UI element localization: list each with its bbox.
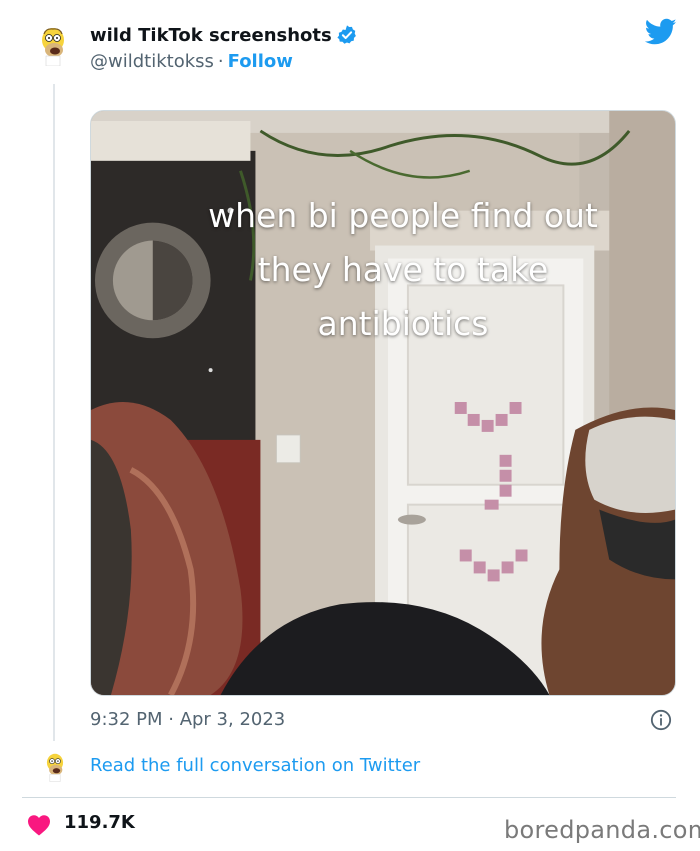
media-caption: when bi people find out they have to tak…	[91, 189, 675, 351]
media-caption-line-3: antibiotics	[317, 304, 489, 343]
author-name[interactable]: wild TikTok screenshots	[90, 25, 332, 46]
info-icon[interactable]	[650, 709, 672, 731]
verified-badge-icon	[337, 25, 356, 44]
homer-simpson-avatar-icon	[42, 28, 64, 67]
follow-button[interactable]: Follow	[228, 51, 293, 72]
read-conversation-link[interactable]: Read the full conversation on Twitter	[90, 755, 420, 776]
homer-simpson-avatar-icon	[46, 753, 64, 782]
author-handle[interactable]: @wildtiktokss	[90, 51, 214, 72]
author-name-row[interactable]: wild TikTok screenshots	[90, 24, 358, 46]
boredpanda-watermark: boredpanda.com	[504, 816, 700, 844]
heart-icon[interactable]	[27, 814, 51, 836]
media-caption-line-1: when bi people find out	[208, 196, 598, 235]
footer-divider	[22, 797, 676, 798]
separator-dot: ·	[217, 51, 224, 72]
twitter-bird-icon[interactable]	[645, 18, 677, 46]
media-caption-line-2: they have to take	[257, 250, 549, 289]
author-avatar[interactable]	[38, 26, 68, 67]
thread-line	[53, 84, 55, 741]
tweet-media-image[interactable]: when bi people find out they have to tak…	[90, 110, 676, 696]
author-handle-row: @wildtiktokss · Follow	[90, 51, 293, 72]
like-count: 119.7K	[64, 812, 135, 833]
tweet-timestamp[interactable]: 9:32 PM · Apr 3, 2023	[90, 709, 285, 730]
reply-avatar[interactable]	[44, 752, 66, 782]
